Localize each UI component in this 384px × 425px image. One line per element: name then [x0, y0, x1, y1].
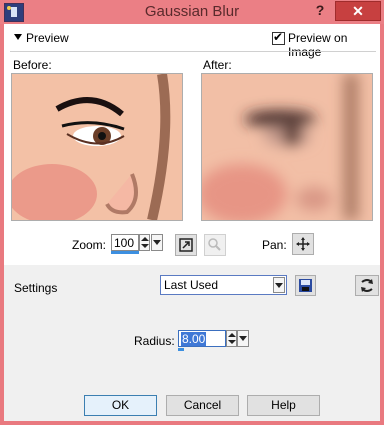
cancel-button[interactable]: Cancel	[166, 395, 239, 416]
spin-down-icon	[141, 244, 149, 248]
preview-on-image-label: Preview on Image	[288, 31, 348, 59]
chevron-down-icon	[275, 283, 283, 288]
after-preview-image[interactable]	[201, 73, 373, 221]
settings-dropdown-button[interactable]	[273, 277, 285, 293]
spin-down-icon	[228, 340, 236, 344]
before-label: Before:	[13, 58, 52, 72]
help-button[interactable]: Help	[247, 395, 320, 416]
zoom-magnifier-button[interactable]	[204, 234, 226, 256]
close-button[interactable]: ✕	[335, 1, 381, 21]
spin-up-icon	[228, 333, 236, 337]
magnifier-icon	[208, 238, 221, 251]
pan-label: Pan:	[262, 238, 287, 252]
after-label: After:	[203, 58, 232, 72]
zoom-dropdown-button[interactable]	[151, 234, 163, 251]
radius-input[interactable]: 8.00	[178, 330, 226, 347]
settings-preset-select[interactable]: Last Used	[160, 275, 287, 295]
radius-value: 8.00	[181, 332, 207, 346]
zoom-spinner[interactable]	[139, 234, 150, 251]
pan-button[interactable]	[292, 233, 314, 255]
question-icon: ?	[315, 2, 325, 18]
radius-label: Radius:	[134, 334, 175, 348]
preview-toggle-label: Preview	[26, 31, 69, 45]
before-preview-image[interactable]	[11, 73, 183, 221]
preview-on-image-checkbox[interactable]: ✔	[272, 30, 285, 45]
save-preset-button[interactable]	[295, 275, 316, 296]
save-icon	[299, 279, 312, 292]
reset-icon	[361, 279, 373, 292]
zoom-label: Zoom:	[72, 238, 107, 252]
spin-up-icon	[141, 237, 149, 241]
close-icon: ✕	[352, 3, 364, 19]
ok-button[interactable]: OK	[84, 395, 157, 416]
chevron-down-icon	[153, 240, 161, 245]
divider	[10, 51, 376, 52]
expand-icon	[179, 238, 193, 252]
radius-slider-fill	[178, 348, 184, 351]
zoom-slider-fill	[111, 251, 139, 254]
radius-dropdown-button[interactable]	[237, 330, 249, 347]
chevron-down-icon	[239, 336, 247, 341]
preview-toggle[interactable]: Preview	[14, 31, 69, 45]
reset-button[interactable]	[355, 275, 379, 296]
radius-spinner[interactable]	[226, 330, 237, 347]
triangle-down-icon	[14, 34, 22, 40]
zoom-to-fit-button[interactable]	[175, 234, 197, 256]
move-icon	[296, 237, 310, 251]
settings-label: Settings	[14, 281, 58, 295]
zoom-input[interactable]: 100	[111, 234, 139, 251]
title-bar: Gaussian Blur ? ✕	[0, 0, 384, 24]
settings-preset-value: Last Used	[164, 278, 219, 292]
title-help-button[interactable]: ?	[307, 1, 333, 21]
checkmark-icon: ✔	[273, 30, 284, 44]
zoom-value: 100	[114, 236, 135, 250]
